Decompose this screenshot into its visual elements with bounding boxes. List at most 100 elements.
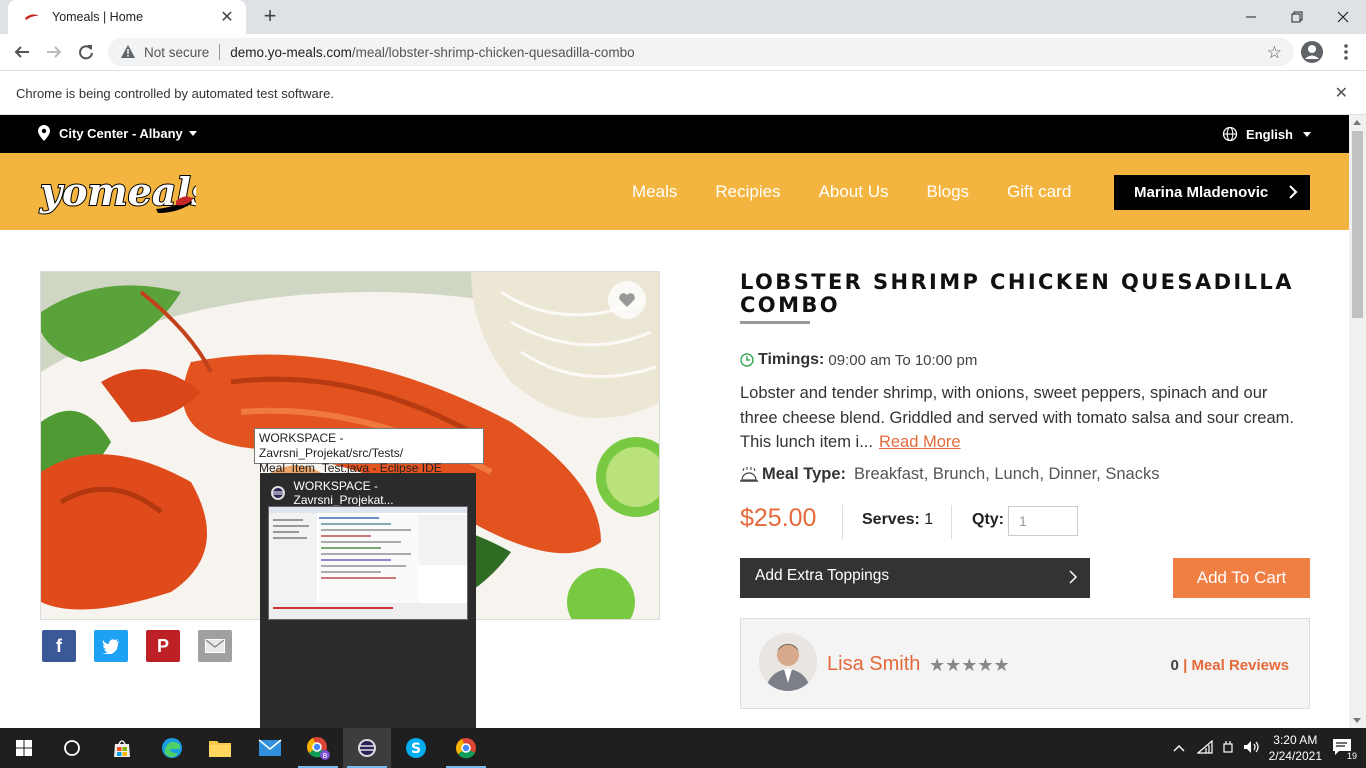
forward-arrow-icon[interactable]	[42, 40, 66, 64]
twitter-share-icon[interactable]	[94, 630, 128, 662]
chef-avatar	[759, 633, 817, 691]
meal-type-value: Breakfast, Brunch, Lunch, Dinner, Snacks	[854, 465, 1160, 483]
meal-timings: Timings: 09:00 am To 10:00 pm	[740, 351, 977, 369]
windows-taskbar: B S 3:20 AM 2/24/2021 19	[0, 728, 1366, 768]
chef-card: Lisa Smith ★★★★★ 0 | Meal Reviews	[740, 618, 1310, 709]
meal-title: LOBSTER SHRIMP CHICKEN QUESADILLA COMBO	[740, 270, 1294, 317]
automation-infobar: Chrome is being controlled by automated …	[0, 70, 1366, 115]
serves: Serves: 1	[862, 511, 933, 529]
kebab-menu-icon[interactable]	[1336, 42, 1356, 62]
yomeals-favicon-icon	[24, 9, 40, 25]
location-selector[interactable]: City Center - Albany	[38, 125, 197, 141]
show-hidden-icons-icon[interactable]	[1173, 741, 1185, 755]
power-icon[interactable]	[1221, 740, 1235, 757]
scroll-up-icon[interactable]	[1353, 120, 1361, 125]
infobar-message: Chrome is being controlled by automated …	[16, 86, 334, 101]
qty-label: Qty:	[972, 511, 1004, 528]
eclipse-icon	[271, 486, 285, 500]
taskbar-preview[interactable]: WORKSPACE - Zavrsni_Projekat...	[260, 473, 476, 728]
microsoft-store-icon[interactable]	[98, 728, 146, 768]
tab-close-icon[interactable]: ✕	[218, 7, 236, 27]
meal-type: Meal Type: Breakfast, Brunch, Lunch, Din…	[740, 465, 1159, 484]
profile-avatar-icon[interactable]	[1300, 40, 1324, 64]
action-center-icon[interactable]: 19	[1332, 738, 1358, 761]
tooltip-line-2: Meal_Item_Test.java - Eclipse IDE	[259, 461, 442, 475]
chevron-right-icon	[1289, 185, 1298, 199]
timings-value: 09:00 am To 10:00 pm	[828, 351, 978, 369]
nav-gift-card[interactable]: Gift card	[1007, 182, 1071, 202]
file-explorer-icon[interactable]	[196, 728, 244, 768]
skype-icon[interactable]: S	[392, 728, 440, 768]
nav-meals[interactable]: Meals	[632, 182, 677, 202]
preview-title: WORKSPACE - Zavrsni_Projekat...	[270, 479, 476, 507]
rating-stars: ★★★★★	[929, 655, 1010, 675]
language-label: English	[1246, 126, 1293, 142]
pinterest-share-icon[interactable]: P	[146, 630, 180, 662]
minimize-icon[interactable]	[1228, 0, 1274, 34]
caret-down-icon	[1303, 131, 1311, 137]
network-icon[interactable]	[1195, 739, 1213, 757]
user-account-button[interactable]: Marina Mladenovic	[1114, 175, 1310, 210]
main-nav: Meals Recipies About Us Blogs Gift card	[614, 153, 1091, 230]
site-top-bar: City Center - Albany English	[0, 115, 1349, 153]
reload-icon[interactable]	[74, 40, 98, 64]
cloche-icon	[740, 466, 758, 482]
restore-icon[interactable]	[1274, 0, 1320, 34]
eclipse-ide-taskbar-icon[interactable]	[343, 728, 391, 768]
chef-name[interactable]: Lisa Smith	[827, 653, 920, 676]
edge-browser-icon[interactable]	[148, 728, 196, 768]
yomeals-logo[interactable]: yomeals	[38, 163, 213, 221]
review-count: 0	[1170, 657, 1179, 674]
bookmark-star-icon[interactable]: ☆	[1267, 43, 1282, 63]
preview-screenshot	[268, 506, 468, 620]
page-viewport: City Center - Albany English yomeals Mea…	[0, 115, 1349, 728]
windows-start-icon[interactable]	[0, 728, 48, 768]
taskbar-clock[interactable]: 3:20 AM 2/24/2021	[1269, 732, 1322, 764]
meal-type-label: Meal Type:	[762, 465, 847, 483]
scroll-down-icon[interactable]	[1353, 718, 1361, 723]
new-tab-button[interactable]: +	[258, 5, 282, 29]
meal-description: Lobster and tender shrimp, with onions, …	[740, 381, 1300, 455]
add-to-cart-button[interactable]: Add To Cart	[1173, 558, 1310, 598]
meal-reviews[interactable]: 0 | Meal Reviews	[1171, 657, 1289, 674]
mail-icon[interactable]	[246, 728, 294, 768]
location-label: City Center - Albany	[59, 125, 183, 141]
system-tray: 3:20 AM 2/24/2021 19	[1173, 728, 1366, 768]
review-separator: |	[1183, 657, 1188, 674]
meal-reviews-link[interactable]: Meal Reviews	[1191, 657, 1289, 674]
language-selector[interactable]: English	[1222, 126, 1311, 142]
map-pin-icon	[38, 125, 50, 141]
browser-tab[interactable]: Yomeals | Home ✕	[8, 0, 246, 34]
clock-icon	[740, 353, 754, 367]
window-close-icon[interactable]	[1320, 0, 1366, 34]
timings-label: Timings:	[758, 351, 825, 368]
url-text[interactable]: demo.yo-meals.com/meal/lobster-shrimp-ch…	[230, 45, 634, 60]
meal-price: $25.00	[740, 504, 817, 532]
svg-text:S: S	[411, 741, 421, 757]
quantity-input[interactable]: 1	[1008, 506, 1078, 536]
serves-value: 1	[924, 511, 934, 528]
url-path: /meal/lobster-shrimp-chicken-quesadilla-…	[351, 44, 635, 60]
email-share-icon[interactable]	[198, 630, 232, 662]
chrome-icon[interactable]	[442, 728, 490, 768]
volume-icon[interactable]	[1243, 740, 1261, 757]
preview-title-text: WORKSPACE - Zavrsni_Projekat...	[293, 479, 394, 507]
page-scrollbar[interactable]	[1349, 115, 1366, 728]
scrollbar-thumb[interactable]	[1352, 131, 1363, 318]
facebook-share-icon[interactable]: f	[42, 630, 76, 662]
infobar-close-icon[interactable]: ✕	[1335, 83, 1348, 103]
nav-about-us[interactable]: About Us	[819, 182, 889, 202]
add-extra-toppings-button[interactable]: Add Extra Toppings	[740, 558, 1090, 598]
heart-favorite-icon[interactable]	[608, 281, 646, 319]
omnibox-divider	[219, 44, 221, 60]
read-more-link[interactable]: Read More	[879, 433, 961, 451]
cortana-search-icon[interactable]	[48, 728, 96, 768]
site-header: yomeals Meals Recipies About Us Blogs Gi…	[0, 153, 1349, 230]
clock-time: 3:20 AM	[1273, 733, 1318, 747]
nav-blogs[interactable]: Blogs	[927, 182, 970, 202]
back-arrow-icon[interactable]	[10, 40, 34, 64]
address-bar[interactable]: Not secure demo.yo-meals.com/meal/lobste…	[108, 38, 1294, 66]
nav-recipies[interactable]: Recipies	[715, 182, 780, 202]
title-underline	[740, 321, 810, 324]
chrome-profile-b-icon[interactable]: B	[294, 728, 342, 768]
